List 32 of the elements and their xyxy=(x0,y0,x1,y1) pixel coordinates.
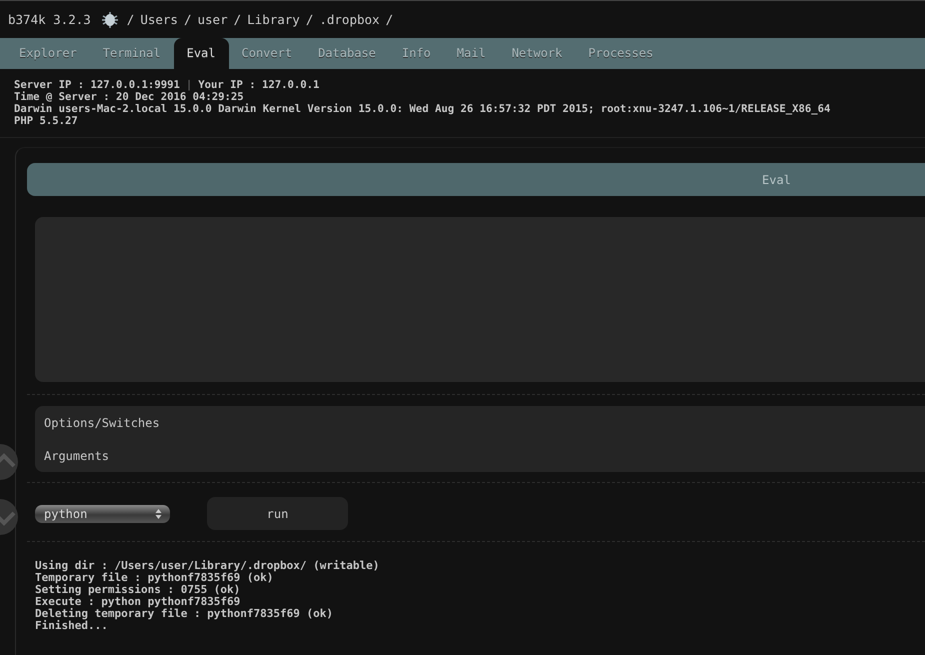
system-info: Darwin users-Mac-2.local 15.0.0 Darwin Kernel Version 15.0.0: Wed Aug 26 16:57:32 PDT 2015; root:xnu-3247.1.106~1/RELEASE_X86_64 xyxy=(14,103,832,115)
options-field[interactable]: Options/Switches xyxy=(35,406,925,439)
output-line: Setting permissions : 0755 (ok) xyxy=(35,584,242,596)
path-link[interactable]: Users xyxy=(140,12,178,27)
circle-arrow-icon[interactable] xyxy=(0,442,20,482)
circle-arrow-icon[interactable] xyxy=(0,497,20,537)
path-link[interactable]: .dropbox xyxy=(319,12,380,27)
path-separator: / xyxy=(184,12,192,27)
app-title[interactable]: b374k 3.2.3 xyxy=(8,12,91,27)
output-line: Execute : python pythonf7835f69 xyxy=(35,596,242,608)
path-separator: / xyxy=(306,12,314,27)
your-ip: Your IP : 127.0.0.1 xyxy=(198,79,320,91)
server-time: Time @ Server : 20 Dec 2016 04:29:25 xyxy=(14,91,245,103)
tab[interactable]: Eval xyxy=(174,38,228,69)
path-link[interactable]: user xyxy=(198,12,228,27)
output-line: Temporary file : pythonf7835f69 (ok) xyxy=(35,572,274,584)
path-link[interactable]: Library xyxy=(247,12,300,27)
bug-icon xyxy=(100,10,119,28)
php-version: PHP 5.5.27 xyxy=(14,115,79,127)
server-ip: Server IP : 127.0.0.1:9991 xyxy=(14,79,180,91)
run-button[interactable]: run xyxy=(207,497,348,530)
path-separator: / xyxy=(386,12,394,27)
language-select[interactable]: python xyxy=(35,504,170,522)
path-separator: / xyxy=(126,12,134,27)
arguments-field[interactable]: Arguments xyxy=(35,439,925,472)
output-line: Finished... xyxy=(35,620,108,632)
panel-title: Eval xyxy=(762,172,791,186)
up-down-arrows-icon xyxy=(155,508,162,520)
output-line: Using dir : /Users/user/Library/.dropbox/ (writable) xyxy=(35,560,380,572)
separator: | xyxy=(186,79,192,91)
output-line: Deleting temporary file : pythonf7835f69 (ok) xyxy=(35,608,334,620)
path-separator: / xyxy=(234,12,242,27)
